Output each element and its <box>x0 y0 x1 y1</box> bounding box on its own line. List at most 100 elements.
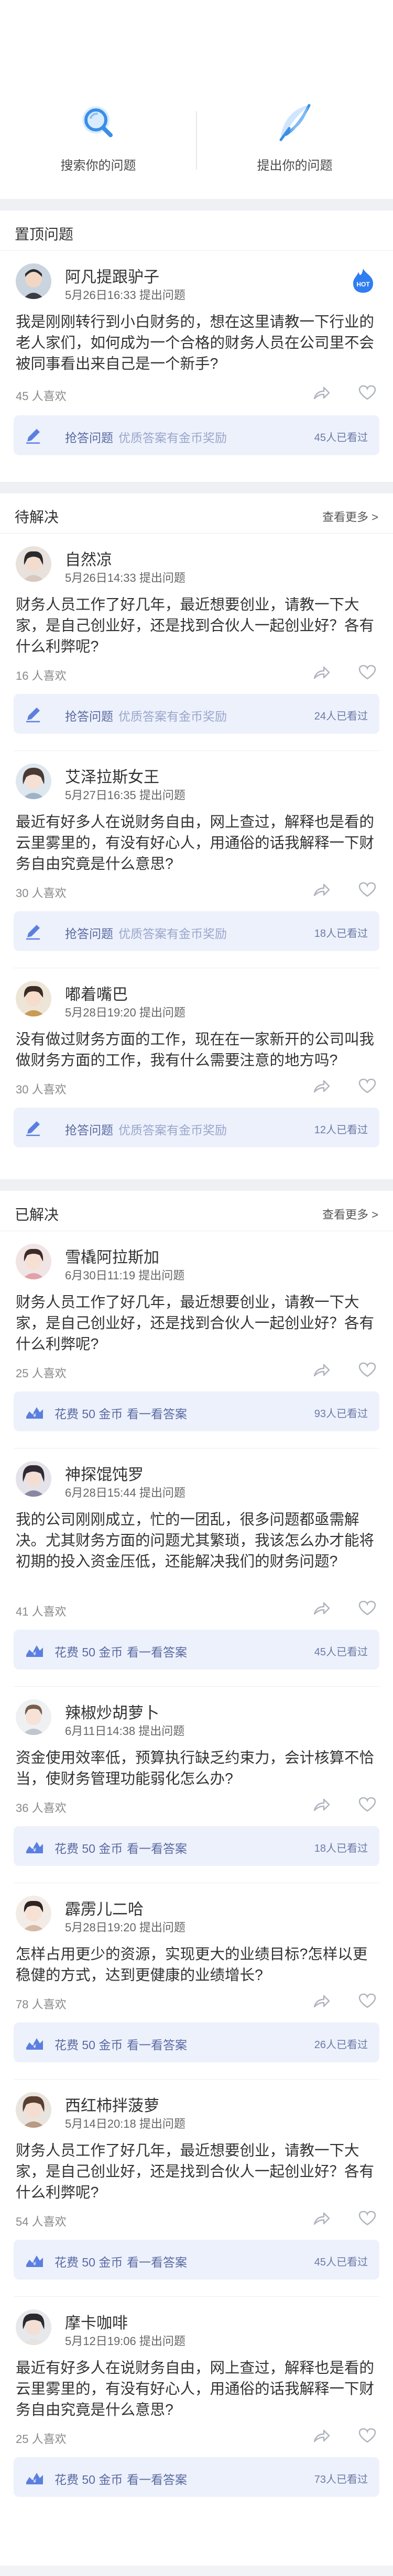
coin-icon: ¥ <box>26 1407 43 1419</box>
section-title: 已解决 <box>15 1207 59 1223</box>
top-actions: 搜索你的问题 提出你的问题 <box>0 0 393 199</box>
section-title: 置顶问题 <box>15 226 74 242</box>
svg-text:¥: ¥ <box>32 1651 37 1657</box>
author-name: 嘟着嘴巴 <box>65 986 128 1003</box>
section-title: 待解决 <box>15 509 59 525</box>
cost-label: 花费 50 金币 <box>54 2256 123 2269</box>
grab-answer-label: 抢答问题 <box>65 431 113 445</box>
question-text: 我是刚刚转行到小白财务的，想在这里请教一下行业的老人家们，如何成为一个合格的财务… <box>16 314 375 372</box>
share-icon[interactable] <box>312 665 330 680</box>
question-card[interactable]: 神探馄饨罗 6月28日15:44 提出问题 我的公司刚刚成立，忙的一团乱，很多问… <box>0 1449 393 1687</box>
view-answer-bar[interactable]: ¥ 花费 50 金币 看一看答案 26人已看过 <box>14 2022 379 2062</box>
view-more-link[interactable]: 查看更多 > <box>322 508 378 525</box>
pencil-icon <box>26 707 40 723</box>
question-text: 财务人员工作了好几年，最近想要创业，请教一下大家，是自己创业好，还是找到合伙人一… <box>16 2142 375 2201</box>
post-time: 5月27日16:35 提出问题 <box>65 789 185 802</box>
heart-icon[interactable] <box>358 1993 376 2009</box>
grab-answer-bar[interactable]: 抢答问题 优质答案有金币奖励 45人已看过 <box>14 415 379 455</box>
question-card[interactable]: 嘟着嘴巴 5月28日19:20 提出问题 没有做过财务方面的工作，现在在一家新开… <box>0 968 393 1179</box>
author-name: 自然凉 <box>65 551 112 569</box>
share-icon[interactable] <box>312 1600 330 1616</box>
heart-icon[interactable] <box>358 385 376 401</box>
avatar <box>16 1699 51 1735</box>
view-count: 18人已看过 <box>314 1843 368 1854</box>
share-icon[interactable] <box>312 2210 330 2226</box>
share-icon[interactable] <box>312 882 330 898</box>
view-answer-label: 看一看答案 <box>127 1645 187 1659</box>
grab-answer-bar[interactable]: 抢答问题 优质答案有金币奖励 18人已看过 <box>14 911 379 951</box>
cost-label: 花费 50 金币 <box>54 1407 123 1421</box>
question-card[interactable]: 霹雳儿二哈 5月28日19:20 提出问题 怎样占用更少的资源，实现更大的业绩目… <box>0 1883 393 2080</box>
view-count: 24人已看过 <box>314 711 368 722</box>
view-answer-bar[interactable]: ¥ 花费 50 金币 看一看答案 93人已看过 <box>14 1391 379 1431</box>
pinned-section: 置顶问题 阿凡提跟驴子 5月26日16:33 提出问题 HOT 我是刚刚转行到小… <box>0 211 393 482</box>
question-card[interactable]: 西红柿拌菠萝 5月14日20:18 提出问题 财务人员工作了好几年，最近想要创业… <box>0 2080 393 2297</box>
search-icon <box>82 106 113 137</box>
like-count: 30 人喜欢 <box>16 1083 67 1096</box>
section-gap <box>0 1179 393 1191</box>
question-text: 最近有好多人在说财务自由，网上查过，解释也是看的云里雾里的，有没有好心人，用通俗… <box>16 814 375 872</box>
post-time: 5月26日16:33 提出问题 <box>65 289 185 302</box>
avatar <box>16 764 51 799</box>
post-time: 5月28日19:20 提出问题 <box>65 1006 185 1019</box>
avatar <box>16 1244 51 1279</box>
coin-icon: ¥ <box>26 2256 43 2267</box>
view-count: 73人已看过 <box>314 2474 368 2485</box>
view-answer-bar[interactable]: ¥ 花费 50 金币 看一看答案 45人已看过 <box>14 1630 379 1670</box>
search-question-label: 搜索你的问题 <box>60 159 136 173</box>
view-answer-bar[interactable]: ¥ 花费 50 金币 看一看答案 45人已看过 <box>14 2240 379 2280</box>
question-card[interactable]: 自然凉 5月26日14:33 提出问题 财务人员工作了好几年，最近想要创业，请教… <box>0 534 393 751</box>
svg-text:¥: ¥ <box>32 2261 37 2267</box>
author-name: 霹雳儿二哈 <box>65 1901 144 1918</box>
pencil-icon <box>26 925 40 940</box>
post-time: 5月14日20:18 提出问题 <box>65 2117 185 2130</box>
search-question-button[interactable]: 搜索你的问题 <box>0 0 196 199</box>
author-name: 摩卡咖啡 <box>65 2315 128 2332</box>
svg-text:¥: ¥ <box>32 2478 37 2484</box>
section-header: 置顶问题 <box>0 211 393 251</box>
view-answer-bar[interactable]: ¥ 花费 50 金币 看一看答案 18人已看过 <box>14 1826 379 1866</box>
heart-icon[interactable] <box>358 2210 376 2226</box>
avatar <box>16 2309 51 2345</box>
question-card[interactable]: 阿凡提跟驴子 5月26日16:33 提出问题 HOT 我是刚刚转行到小白财务的，… <box>0 251 393 481</box>
share-icon[interactable] <box>312 1993 330 2009</box>
heart-icon[interactable] <box>358 1797 376 1812</box>
like-count: 25 人喜欢 <box>16 2433 67 2446</box>
ask-question-button[interactable]: 提出你的问题 <box>196 0 393 199</box>
hot-badge-icon: HOT <box>353 269 373 293</box>
grab-answer-bar[interactable]: 抢答问题 优质答案有金币奖励 24人已看过 <box>14 694 379 734</box>
pencil-icon <box>26 1121 40 1136</box>
cost-label: 花费 50 金币 <box>54 1645 123 1659</box>
post-time: 5月12日19:06 提出问题 <box>65 2335 185 2348</box>
view-count: 45人已看过 <box>314 432 368 444</box>
share-icon[interactable] <box>312 1797 330 1812</box>
like-count: 30 人喜欢 <box>16 887 67 900</box>
reward-hint: 优质答案有金币奖励 <box>118 927 227 941</box>
heart-icon[interactable] <box>358 665 376 680</box>
heart-icon[interactable] <box>358 2428 376 2444</box>
question-text: 我的公司刚刚成立，忙的一团乱，很多问题都亟需解决。尤其财务方面的问题尤其繁琐，我… <box>16 1511 375 1570</box>
share-icon[interactable] <box>312 1078 330 1094</box>
ask-question-label: 提出你的问题 <box>257 159 333 173</box>
grab-answer-label: 抢答问题 <box>65 1123 113 1137</box>
post-time: 6月28日15:44 提出问题 <box>65 1486 185 1499</box>
post-time: 6月11日14:38 提出问题 <box>65 1724 185 1738</box>
question-card[interactable]: 雪橇阿拉斯加 6月30日11:19 提出问题 财务人员工作了好几年，最近想要创业… <box>0 1231 393 1449</box>
grab-answer-label: 抢答问题 <box>65 710 113 723</box>
share-icon[interactable] <box>312 1362 330 1378</box>
view-answer-bar[interactable]: ¥ 花费 50 金币 看一看答案 73人已看过 <box>14 2457 379 2497</box>
heart-icon[interactable] <box>358 1078 376 1094</box>
share-icon[interactable] <box>312 385 330 401</box>
view-answer-label: 看一看答案 <box>127 2256 187 2269</box>
avatar <box>16 981 51 1016</box>
grab-answer-bar[interactable]: 抢答问题 优质答案有金币奖励 12人已看过 <box>14 1108 379 1147</box>
question-card[interactable]: 摩卡咖啡 5月12日19:06 提出问题 最近有好多人在说财务自由，网上查过，解… <box>0 2297 393 2517</box>
question-card[interactable]: 艾泽拉斯女王 5月27日16:35 提出问题 最近有好多人在说财务自由，网上查过… <box>0 751 393 968</box>
heart-icon[interactable] <box>358 1600 376 1616</box>
heart-icon[interactable] <box>358 882 376 898</box>
question-card[interactable]: 辣椒炒胡萝卜 6月11日14:38 提出问题 资金使用效率低，预算执行缺乏约束力… <box>0 1687 393 1883</box>
view-count: 45人已看过 <box>314 1646 368 1658</box>
share-icon[interactable] <box>312 2428 330 2444</box>
view-more-link[interactable]: 查看更多 > <box>322 1206 378 1222</box>
heart-icon[interactable] <box>358 1362 376 1378</box>
